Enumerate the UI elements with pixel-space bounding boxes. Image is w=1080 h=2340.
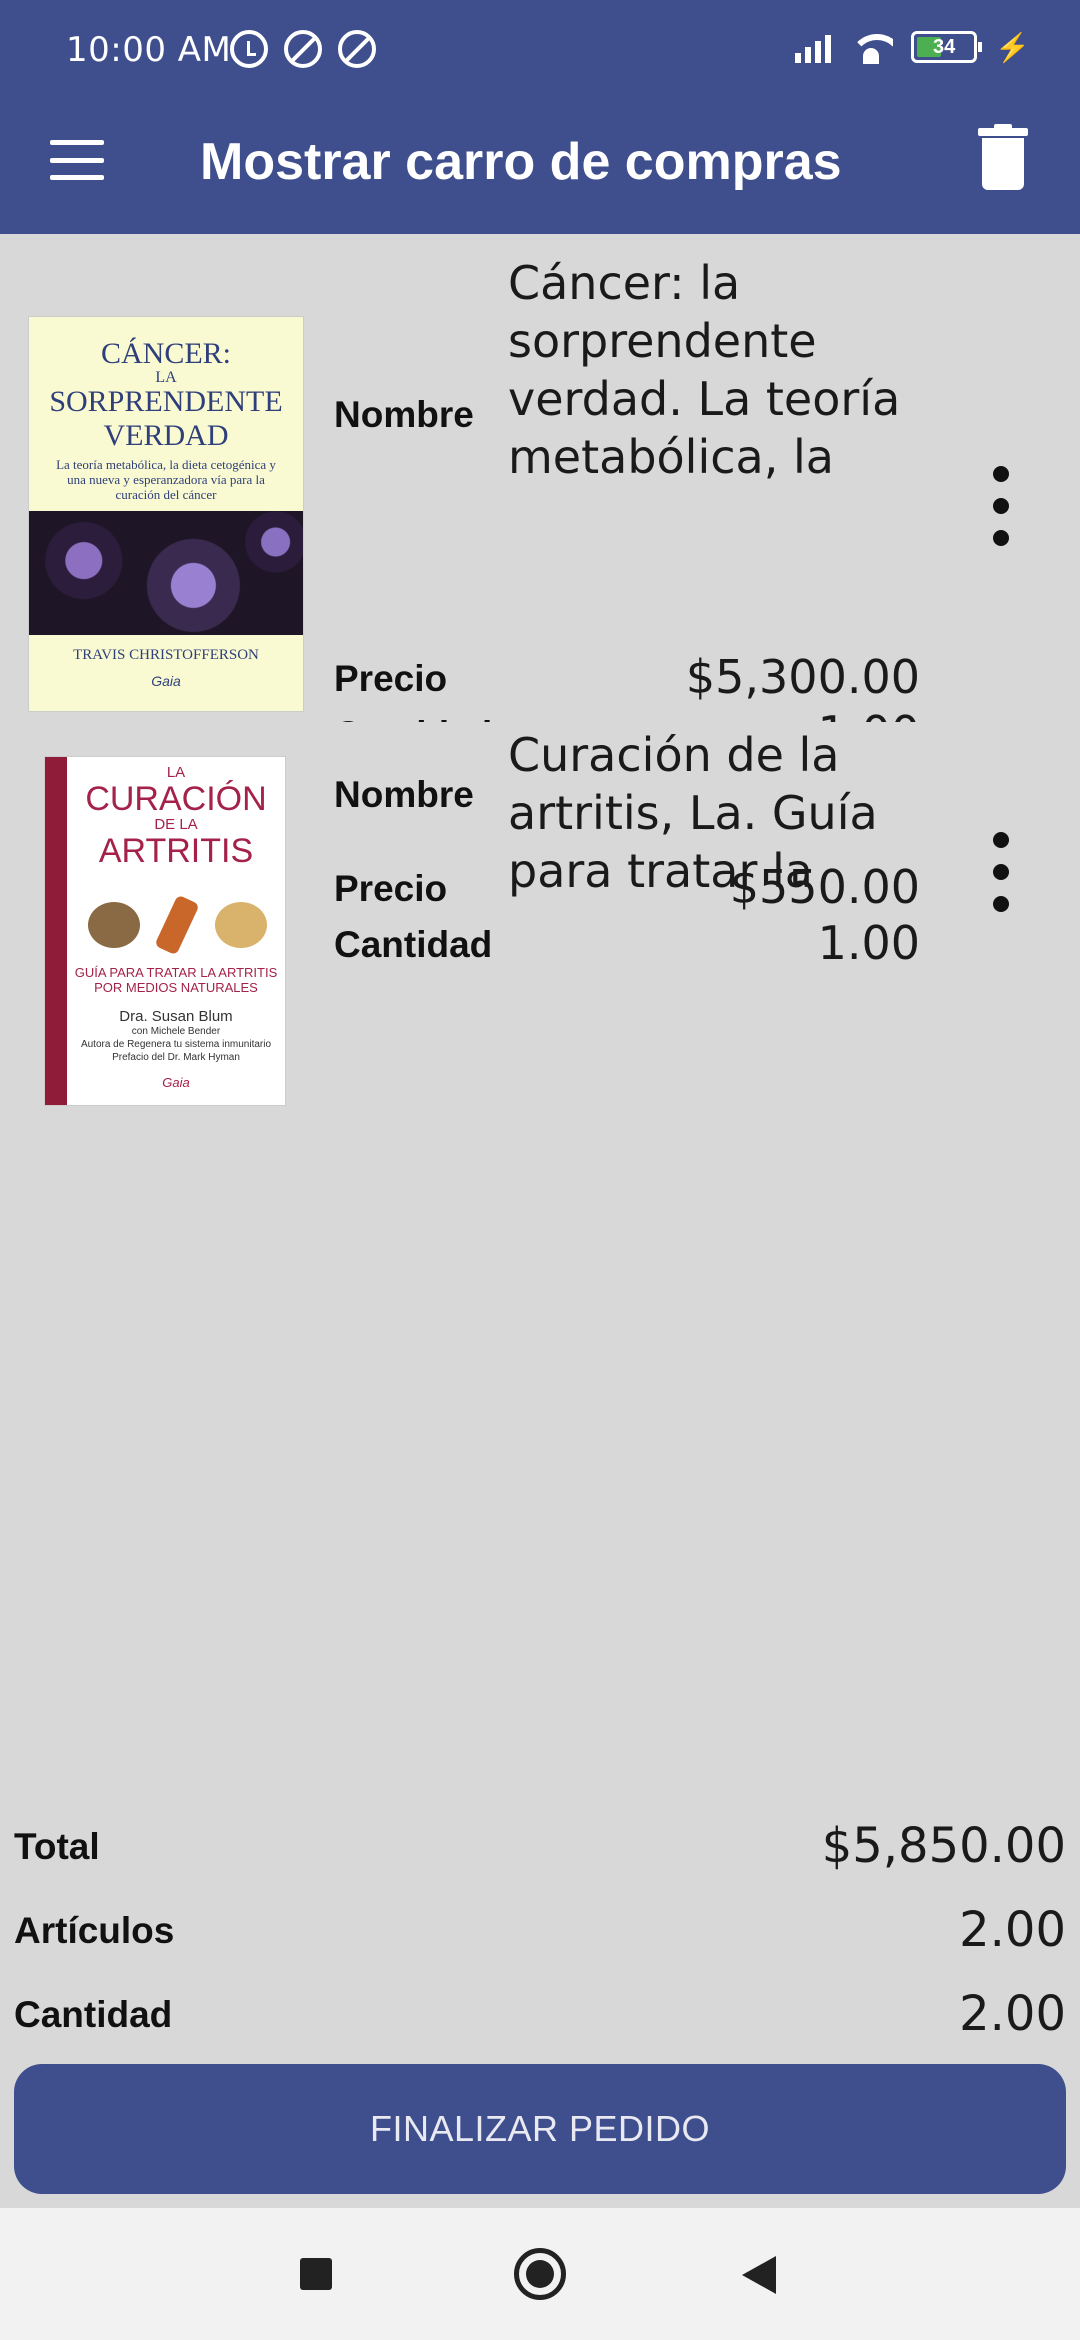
cover-preface: Prefacio del Dr. Mark Hyman <box>112 1052 240 1063</box>
menu-icon[interactable] <box>50 140 104 180</box>
articles-value: 2.00 <box>959 1902 1066 1958</box>
battery-icon: 34 <box>911 31 983 63</box>
item-price: $5,300.00 <box>685 650 920 704</box>
price-label: Precio <box>334 658 448 699</box>
quantity-total-value: 2.00 <box>959 1986 1066 2042</box>
summary-articles-row: Artículos 2.00 <box>0 1900 1080 1960</box>
battery-level: 34 <box>933 35 956 58</box>
more-options-icon[interactable] <box>986 466 1016 546</box>
quantity-label: Cantidad <box>334 924 493 965</box>
item-price: $550.00 <box>729 860 920 914</box>
notification-icons <box>230 30 376 68</box>
summary-total-row: Total $5,850.00 <box>0 1816 1080 1876</box>
system-icons: 34 ⚡ <box>795 30 1030 64</box>
summary-quantity-row: Cantidad 2.00 <box>0 1984 1080 2044</box>
cover-author: Dra. Susan Blum <box>119 1008 233 1025</box>
cart-item[interactable]: LA CURACIÓN DE LA ARTRITIS GUÍA PARA TRA… <box>0 734 1080 1134</box>
cover-title-line: SORPRENDENTE <box>49 385 283 418</box>
cover-title-small: LA <box>155 369 177 386</box>
cover-title-line: ARTRITIS <box>98 832 254 870</box>
wifi-icon <box>849 30 894 64</box>
cover-title-small: DE LA <box>154 816 198 833</box>
page-title: Mostrar carro de compras <box>200 133 842 191</box>
price-label: Precio <box>334 868 448 909</box>
recent-apps-icon[interactable] <box>300 2258 332 2290</box>
item-name: Cáncer: la sorprendente verdad. La teorí… <box>508 256 901 484</box>
cover-illustration <box>29 511 303 635</box>
delete-cart-icon[interactable] <box>976 124 1030 194</box>
item-quantity: 1.00 <box>818 706 920 722</box>
name-label: Nombre <box>334 394 474 435</box>
cart-item[interactable]: CÁNCER: LA SORPRENDENTE VERDAD La teoría… <box>0 254 1080 722</box>
cover-subtitle: GUÍA PARA TRATAR LA ARTRITIS POR MEDIOS … <box>74 965 278 995</box>
cover-title-line: CÁNCER: <box>100 337 232 370</box>
articles-label: Artículos <box>14 1910 175 1951</box>
cover-title-line: VERDAD <box>103 419 229 452</box>
quantity-total-label: Cantidad <box>14 1994 173 2035</box>
checkout-button[interactable]: FINALIZAR PEDIDO <box>14 2064 1066 2194</box>
name-label: Nombre <box>334 774 474 815</box>
quantity-label: Cantidad <box>334 714 492 722</box>
back-icon[interactable] <box>742 2256 776 2294</box>
cover-title-line: CURACIÓN <box>85 780 267 818</box>
notification-blocked-icon <box>338 30 376 68</box>
total-value: $5,850.00 <box>821 1818 1066 1874</box>
notification-blocked-icon <box>284 30 322 68</box>
app-bar: Mostrar carro de compras <box>0 100 1080 234</box>
cover-author: TRAVIS CHRISTOFFERSON <box>73 647 259 663</box>
system-nav-bar <box>0 2208 1080 2340</box>
cover-author-note: Autora de Regenera tu sistema inmunitari… <box>80 1039 272 1050</box>
alarm-icon <box>230 30 268 68</box>
book-cover-image: CÁNCER: LA SORPRENDENTE VERDAD La teoría… <box>28 316 304 712</box>
cover-publisher: Gaia <box>151 673 181 689</box>
status-bar: 10:00 AM 34 ⚡ <box>0 0 1080 100</box>
cover-title-small: LA <box>166 764 186 781</box>
item-quantity: 1.00 <box>817 916 920 970</box>
cover-coauthor: con Michele Bender <box>131 1026 221 1037</box>
cart-list[interactable]: CÁNCER: LA SORPRENDENTE VERDAD La teoría… <box>0 234 1080 1134</box>
home-icon[interactable] <box>514 2248 566 2300</box>
cover-subtitle: La teoría metabólica, la dieta cetogénic… <box>56 457 276 502</box>
more-options-icon[interactable] <box>986 832 1016 912</box>
book-cover-image: LA CURACIÓN DE LA ARTRITIS GUÍA PARA TRA… <box>44 756 286 1106</box>
total-label: Total <box>14 1826 100 1867</box>
status-time: 10:00 AM <box>66 30 232 70</box>
cover-publisher: Gaia <box>162 1075 190 1090</box>
charging-icon: ⚡ <box>995 31 1030 63</box>
signal-icon <box>795 31 832 63</box>
cover-illustration <box>75 894 280 956</box>
